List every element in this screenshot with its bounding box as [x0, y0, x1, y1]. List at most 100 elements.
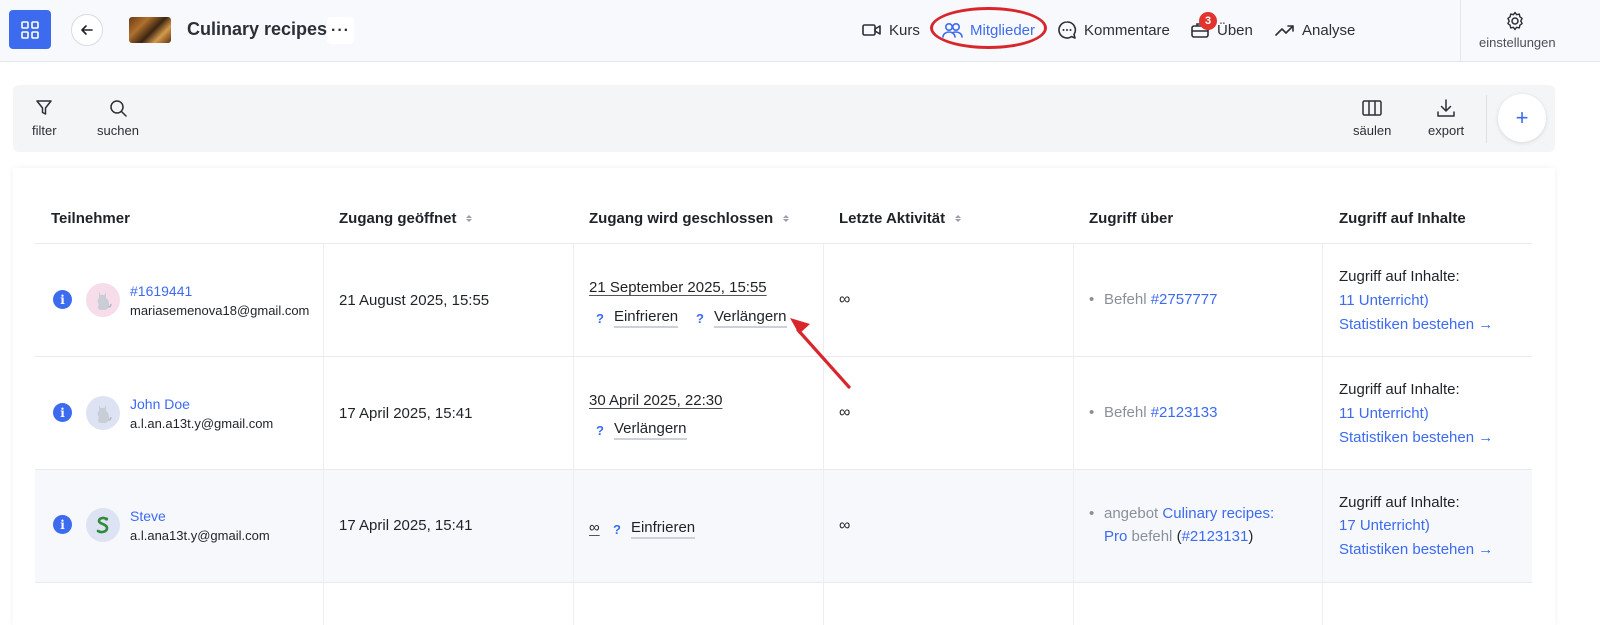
last-activity: ∞	[839, 517, 851, 534]
order-link[interactable]: #2123133	[1151, 404, 1218, 421]
access-opened-date: 21 August 2025, 15:55	[339, 292, 490, 309]
column-divider	[323, 244, 324, 625]
cat-avatar-icon	[97, 405, 112, 423]
nav-analyse-label: Analyse	[1302, 21, 1356, 39]
top-header: Culinary recipes ··· Kurs Mitglieder Kom…	[0, 0, 1600, 62]
nav-kommentare[interactable]: Kommentare	[1057, 18, 1170, 42]
search-icon	[110, 100, 127, 117]
member-email: mariasemenova18@gmail.com	[130, 303, 310, 318]
sort-icon[interactable]	[466, 215, 473, 222]
help-icon: ?	[596, 422, 604, 438]
column-header-teilnehmer[interactable]: Teilnehmer	[51, 210, 130, 227]
sort-icon[interactable]	[955, 215, 962, 222]
info-icon[interactable]: i	[53, 515, 72, 534]
apps-grid-button[interactable]	[9, 10, 51, 49]
help-icon: ?	[696, 310, 704, 326]
cat-avatar-icon	[97, 292, 112, 310]
access-closes-date[interactable]: 21 September 2025, 15:55	[589, 279, 767, 296]
column-header-closes[interactable]: Zugang wird geschlossen	[589, 210, 790, 227]
avatar	[86, 283, 120, 317]
columns-button[interactable]: säulen	[1353, 97, 1391, 138]
statistics-link[interactable]: Statistiken bestehen →	[1339, 429, 1493, 446]
export-label: export	[1428, 123, 1465, 138]
avatar	[86, 396, 120, 430]
column-header-opened[interactable]: Zugang geöffnet	[339, 210, 473, 227]
comment-icon	[1058, 21, 1077, 39]
nav-ueben-label: Üben	[1217, 21, 1253, 39]
back-button[interactable]	[71, 14, 103, 46]
annotation-arrow	[790, 318, 851, 389]
header-divider	[35, 243, 1532, 244]
nav-kurs[interactable]: Kurs	[862, 18, 920, 42]
lessons-link[interactable]: 17 Unterricht)	[1339, 517, 1430, 534]
trend-up-icon	[1275, 25, 1294, 36]
member-email: a.l.ana13t.y@gmail.com	[130, 528, 270, 543]
access-via: • angebot Culinary recipes: Pro befehl (#…	[1089, 505, 1275, 545]
settings-button[interactable]: einstellungen	[1460, 0, 1600, 62]
extend-action[interactable]: ? Verlängern	[696, 308, 787, 328]
course-title: Culinary recipes	[187, 19, 328, 39]
nav-analyse[interactable]: Analyse	[1275, 18, 1355, 42]
column-header-last-activity[interactable]: Letzte Aktivität	[839, 210, 962, 227]
video-icon	[862, 24, 881, 36]
gear-icon	[1507, 11, 1523, 31]
sort-icon[interactable]	[783, 215, 790, 222]
column-divider	[1322, 244, 1323, 625]
notification-badge: 3	[1199, 12, 1217, 30]
grid-icon	[21, 20, 39, 39]
toolbar-divider	[1486, 95, 1487, 143]
arrow-left-icon	[81, 25, 93, 35]
info-icon[interactable]: i	[53, 290, 72, 309]
table-toolbar: filter suchen säulen export +	[13, 85, 1555, 152]
extend-action[interactable]: ? Verlängern	[596, 420, 687, 440]
columns-icon	[1362, 100, 1382, 116]
row-divider	[35, 582, 1532, 583]
offer-link[interactable]: Culinary recipes:	[1162, 505, 1274, 522]
member-name-link[interactable]: Steve	[130, 508, 166, 524]
access-via: • Befehl #2757777	[1089, 291, 1218, 308]
row-divider	[35, 469, 1532, 470]
access-opened-date: 17 April 2025, 15:41	[339, 517, 473, 534]
export-button[interactable]: export	[1428, 97, 1464, 138]
add-member-button[interactable]: +	[1498, 94, 1546, 142]
freeze-action[interactable]: ? Einfrieren	[613, 519, 696, 539]
help-icon: ?	[596, 310, 604, 326]
member-name-link[interactable]: John Doe	[130, 396, 190, 412]
statistics-link[interactable]: Statistiken bestehen →	[1339, 316, 1493, 333]
freeze-action[interactable]: ? Einfrieren	[596, 308, 679, 328]
access-opened-date: 17 April 2025, 15:41	[339, 405, 473, 422]
course-thumbnail	[129, 17, 171, 43]
access-via: • Befehl #2123133	[1089, 404, 1218, 421]
search-button[interactable]: suchen	[97, 97, 139, 138]
member-name-link[interactable]: #1619441	[130, 283, 192, 299]
nav-kurs-label: Kurs	[889, 21, 920, 39]
filter-button[interactable]: filter	[32, 97, 57, 138]
avatar	[86, 508, 120, 542]
filter-icon	[36, 100, 53, 115]
more-options-button[interactable]: ···	[327, 17, 354, 44]
lessons-link[interactable]: 11 Unterricht)	[1339, 292, 1429, 309]
offer-link-tier[interactable]: Pro	[1104, 528, 1127, 545]
search-label: suchen	[97, 123, 139, 138]
column-header-content-access: Zugriff auf Inhalte	[1339, 210, 1466, 227]
statistics-link[interactable]: Statistiken bestehen →	[1339, 541, 1493, 558]
column-divider	[1073, 244, 1074, 625]
order-link[interactable]: #2123131	[1182, 528, 1249, 545]
access-closes-date[interactable]: 30 April 2025, 22:30	[589, 392, 722, 409]
lessons-link[interactable]: 11 Unterricht)	[1339, 405, 1429, 422]
order-link[interactable]: #2757777	[1151, 291, 1218, 308]
column-divider	[573, 244, 574, 625]
settings-label: einstellungen	[1479, 35, 1556, 50]
nav-kommentare-label: Kommentare	[1084, 21, 1170, 39]
highlight-circle	[930, 7, 1047, 49]
member-email: a.l.an.a13t.y@gmail.com	[130, 416, 274, 431]
content-access-title: Zugriff auf Inhalte:	[1339, 494, 1460, 511]
columns-label: säulen	[1353, 123, 1392, 138]
filter-label: filter	[32, 123, 57, 138]
access-closes-date[interactable]: ∞	[589, 519, 600, 536]
download-icon	[1437, 99, 1455, 117]
snake-avatar-icon	[96, 516, 109, 534]
content-access-title: Zugriff auf Inhalte:	[1339, 268, 1460, 285]
info-icon[interactable]: i	[53, 403, 72, 422]
column-header-access-via: Zugriff über	[1089, 210, 1174, 227]
